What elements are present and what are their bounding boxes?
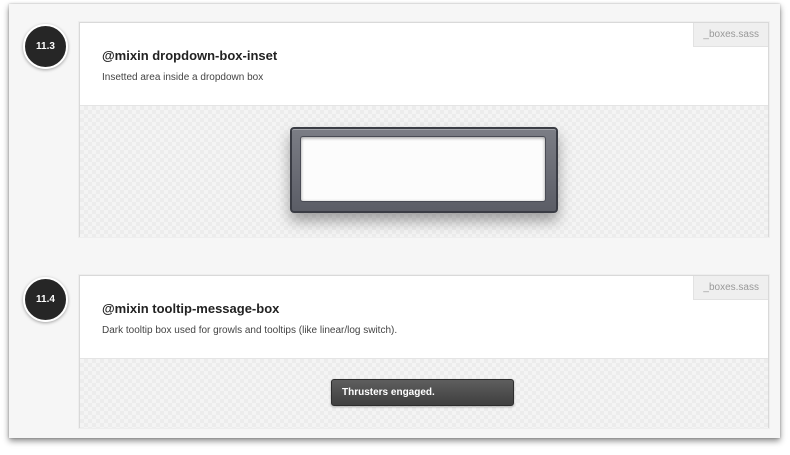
demo-area: Thrusters engaged. [80, 358, 768, 428]
mixin-title: @mixin tooltip-message-box [102, 301, 280, 316]
file-tag: _boxes.sass [693, 23, 768, 47]
demo-area [80, 105, 768, 237]
card-header: _boxes.sass @mixin tooltip-message-box D… [80, 276, 768, 358]
section-number-badge: 11.4 [23, 277, 68, 322]
file-tag: _boxes.sass [693, 276, 768, 300]
mixin-title: @mixin dropdown-box-inset [102, 48, 278, 63]
mixin-card: _boxes.sass @mixin dropdown-box-inset In… [79, 22, 769, 237]
mixin-card: _boxes.sass @mixin tooltip-message-box D… [79, 275, 769, 428]
section-number-badge: 11.3 [23, 24, 68, 69]
tooltip-message-box-sample: Thrusters engaged. [331, 379, 514, 406]
inset-area [300, 136, 546, 202]
card-header: _boxes.sass @mixin dropdown-box-inset In… [80, 23, 768, 105]
documentation-page: 11.3 _boxes.sass @mixin dropdown-box-ins… [9, 4, 780, 438]
dropdown-box-inset-sample [290, 127, 558, 213]
mixin-description: Insetted area inside a dropdown box [102, 72, 264, 83]
mixin-description: Dark tooltip box used for growls and too… [102, 325, 398, 336]
